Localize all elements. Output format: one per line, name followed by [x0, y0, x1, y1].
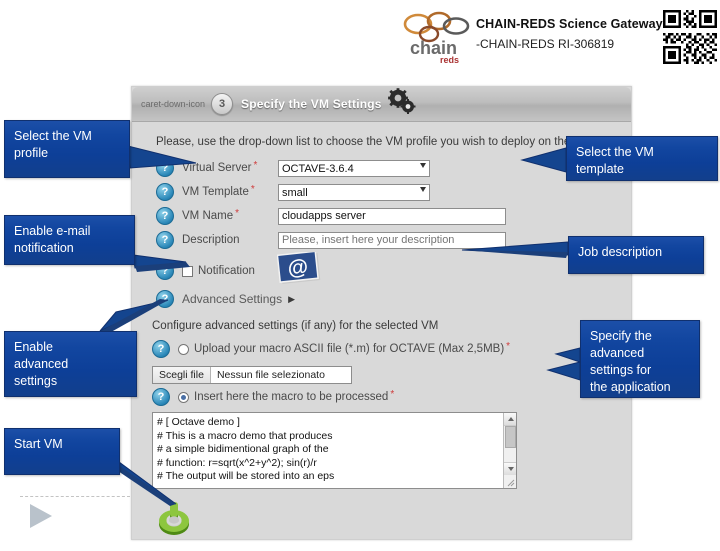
- callout-line: advanced: [14, 357, 69, 371]
- callout-line: notification: [14, 241, 74, 255]
- callout-line: Enable e-mail: [14, 224, 91, 238]
- callout-line: Select the VM: [576, 145, 654, 159]
- callout-line: profile: [14, 146, 49, 160]
- callout-line: Specify the: [590, 329, 652, 343]
- callout-line: Job description: [578, 245, 663, 259]
- callout-job-description: Job description: [568, 236, 704, 274]
- callout-select-vm-template: Select the VM template: [566, 136, 718, 181]
- callout-line: settings: [14, 374, 58, 388]
- callout-specify-advanced-settings: Specify the advanced settings for the ap…: [580, 320, 700, 398]
- callout-line: Enable: [14, 340, 53, 354]
- callout-select-vm-profile: Select the VM profile: [4, 120, 130, 178]
- callout-line: Start VM: [14, 437, 63, 451]
- callout-line: the application: [590, 380, 671, 394]
- callout-line: template: [576, 162, 624, 176]
- callout-enable-advanced-settings: Enable advanced settings: [4, 331, 137, 397]
- callout-line: Select the VM: [14, 129, 92, 143]
- callout-line: settings for: [590, 363, 652, 377]
- callout-line: advanced: [590, 346, 645, 360]
- callout-start-vm: Start VM: [4, 428, 120, 475]
- callout-enable-email-notification: Enable e-mail notification: [4, 215, 135, 265]
